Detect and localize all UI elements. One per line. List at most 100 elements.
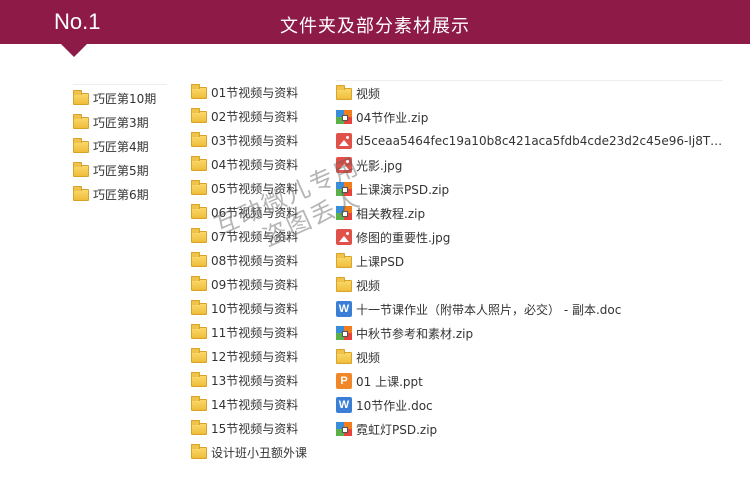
file-item[interactable]: 视频 (336, 345, 723, 369)
file-item-label: 上课PSD (356, 254, 405, 269)
folder-icon (191, 180, 207, 195)
file-item-label: 09节视频与资料 (211, 277, 299, 292)
file-item[interactable]: W 十一节课作业（附带本人照片，必交） - 副本.doc (336, 297, 723, 321)
folder-icon (191, 348, 207, 363)
folder-icon (73, 90, 89, 105)
zip-icon (336, 182, 352, 196)
image-icon (336, 157, 352, 173)
file-item[interactable]: 巧匠第10期 (73, 86, 167, 110)
file-item[interactable]: 上课PSD (336, 249, 723, 273)
folder-icon (191, 204, 207, 219)
folder-icon (191, 132, 207, 147)
file-item[interactable]: 15节视频与资料 (191, 416, 331, 440)
file-item-label: 07节视频与资料 (211, 229, 299, 244)
zip-icon (336, 206, 352, 220)
file-item[interactable]: 修图的重要性.jpg (336, 225, 723, 249)
file-item-label: 01 上课.ppt (356, 374, 423, 389)
file-item-label: 相关教程.zip (356, 206, 426, 221)
ppt-icon: P (336, 373, 352, 389)
file-item[interactable]: 视频 (336, 81, 723, 105)
file-item[interactable]: 巧匠第3期 (73, 110, 167, 134)
file-item[interactable]: 04节视频与资料 (191, 152, 331, 176)
folder-icon (191, 156, 207, 171)
folder-icon (191, 396, 207, 411)
file-item-label: 视频 (356, 350, 381, 365)
file-item-label: 15节视频与资料 (211, 421, 299, 436)
file-item[interactable]: 巧匠第5期 (73, 158, 167, 182)
file-item-label: 06节视频与资料 (211, 205, 299, 220)
folder-icon (191, 372, 207, 387)
file-item-label: 10节视频与资料 (211, 301, 299, 316)
file-item[interactable]: 视频 (336, 273, 723, 297)
folder-icon (73, 162, 89, 177)
file-item-label: 巧匠第3期 (93, 115, 149, 130)
file-item-label: 04节作业.zip (356, 110, 429, 125)
file-item-label: 十一节课作业（附带本人照片，必交） - 副本.doc (356, 302, 622, 317)
file-item[interactable]: 霓虹灯PSD.zip (336, 417, 723, 441)
file-item[interactable]: 12节视频与资料 (191, 344, 331, 368)
file-item[interactable]: W 10节作业.doc (336, 393, 723, 417)
file-item[interactable]: 11节视频与资料 (191, 320, 331, 344)
folder-list-middle: 01节视频与资料 02节视频与资料 03节视频与资料 04节视频与资料 05节视频与资料… (191, 80, 331, 464)
file-item[interactable]: 巧匠第4期 (73, 134, 167, 158)
file-item[interactable]: 07节视频与资料 (191, 224, 331, 248)
file-item[interactable]: 08节视频与资料 (191, 248, 331, 272)
zip-icon (336, 422, 352, 436)
file-item[interactable]: 02节视频与资料 (191, 104, 331, 128)
file-item[interactable]: d5ceaa5464fec19a10b8c421aca5fdb4cde23d2c… (336, 129, 723, 153)
file-item-label: 02节视频与资料 (211, 109, 299, 124)
word-doc-icon: W (336, 301, 352, 317)
file-item[interactable]: 03节视频与资料 (191, 128, 331, 152)
file-item-label: 05节视频与资料 (211, 181, 299, 196)
folder-icon (191, 84, 207, 99)
file-item-label: 14节视频与资料 (211, 397, 299, 412)
file-item[interactable]: 设计班小丑额外课 (191, 440, 331, 464)
file-item[interactable]: 中秋节参考和素材.zip (336, 321, 723, 345)
folder-icon (191, 420, 207, 435)
file-item[interactable]: 上课演示PSD.zip (336, 177, 723, 201)
image-icon (336, 133, 352, 149)
file-item[interactable]: 04节作业.zip (336, 105, 723, 129)
folder-icon (73, 138, 89, 153)
folder-icon (336, 277, 352, 292)
file-item-label: 04节视频与资料 (211, 157, 299, 172)
file-item-label: 光影.jpg (356, 158, 403, 173)
file-item[interactable]: 13节视频与资料 (191, 368, 331, 392)
file-item-label: 上课演示PSD.zip (356, 182, 450, 197)
file-item-label: 巧匠第10期 (93, 91, 157, 106)
file-item[interactable]: 10节视频与资料 (191, 296, 331, 320)
file-item-label: 视频 (356, 86, 381, 101)
page-title: 文件夹及部分素材展示 (280, 16, 470, 37)
file-item[interactable]: 05节视频与资料 (191, 176, 331, 200)
folder-icon (191, 300, 207, 315)
file-item-label: 修图的重要性.jpg (356, 230, 451, 245)
folder-icon (336, 253, 352, 268)
file-item[interactable]: 09节视频与资料 (191, 272, 331, 296)
file-item[interactable]: 14节视频与资料 (191, 392, 331, 416)
badge-notch (60, 43, 88, 57)
file-item[interactable]: 巧匠第6期 (73, 182, 167, 206)
zip-icon (336, 326, 352, 340)
file-item[interactable]: P 01 上课.ppt (336, 369, 723, 393)
file-item[interactable]: 01节视频与资料 (191, 80, 331, 104)
file-item-label: 01节视频与资料 (211, 85, 299, 100)
file-item-label: 视频 (356, 278, 381, 293)
file-item[interactable]: 06节视频与资料 (191, 200, 331, 224)
folder-icon (191, 108, 207, 123)
file-item[interactable]: 相关教程.zip (336, 201, 723, 225)
file-item-label: 巧匠第4期 (93, 139, 149, 154)
folder-list-left: 巧匠第10期 巧匠第3期巧匠第4期巧匠第5期巧匠第6期 (73, 84, 167, 206)
file-item-label: 霓虹灯PSD.zip (356, 422, 438, 437)
file-item-label: 11节视频与资料 (211, 325, 299, 340)
file-item[interactable]: 光影.jpg (336, 153, 723, 177)
file-list-right: 视频 04节作业.zip d5ceaa5464fec19a10b8c421aca5f… (336, 80, 723, 441)
file-item-label: 设计班小丑额外课 (211, 445, 308, 460)
word-doc-icon: W (336, 397, 352, 413)
file-item-label: d5ceaa5464fec19a10b8c421aca5fdb4cde23d2c… (356, 134, 723, 148)
folder-icon (73, 186, 89, 201)
folder-icon (191, 276, 207, 291)
file-item-label: 12节视频与资料 (211, 349, 299, 364)
folder-icon (191, 324, 207, 339)
header-banner: No.1 文件夹及部分素材展示 (0, 0, 750, 44)
file-item-label: 巧匠第5期 (93, 163, 149, 178)
